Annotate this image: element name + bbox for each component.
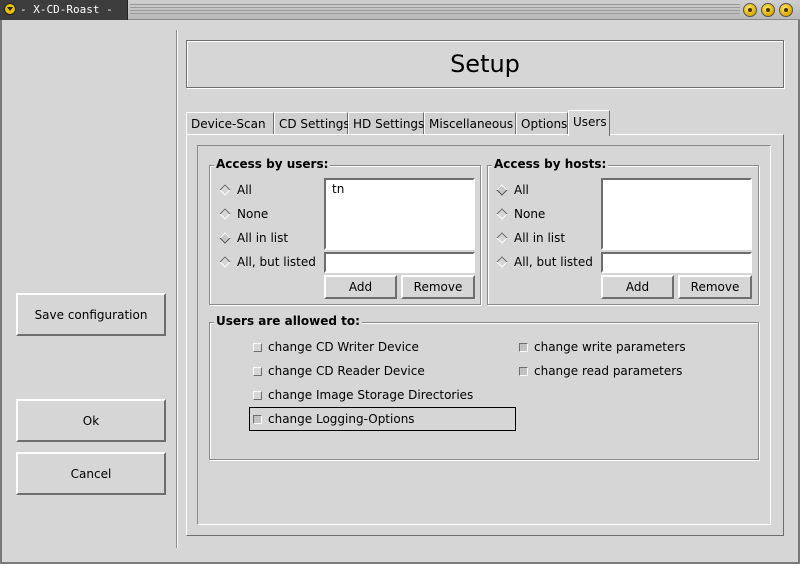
check-cd-writer-device[interactable]: change CD Writer Device	[253, 340, 419, 354]
users-radio-all-in-list[interactable]: All in list	[219, 231, 288, 245]
permissions-label: Users are allowed to:	[214, 314, 362, 328]
radio-indicator-icon	[219, 232, 231, 244]
checkbox-icon	[253, 366, 262, 376]
radio-indicator-icon	[219, 208, 231, 220]
checkbox-label: change CD Writer Device	[268, 340, 419, 354]
radio-label: All, but listed	[237, 255, 316, 269]
radio-label: All	[514, 183, 529, 197]
radio-indicator-icon	[496, 256, 508, 268]
radio-indicator-icon	[496, 232, 508, 244]
hosts-remove-button[interactable]: Remove	[678, 275, 752, 299]
cancel-button[interactable]: Cancel	[16, 452, 166, 495]
checkbox-icon	[253, 414, 262, 424]
checkbox-label: change CD Reader Device	[268, 364, 425, 378]
titlebar-stripe	[130, 4, 740, 16]
users-list[interactable]: tn	[324, 178, 475, 250]
radio-label: None	[237, 207, 269, 221]
access-by-hosts-label: Access by hosts:	[492, 157, 609, 171]
radio-label: All in list	[237, 231, 289, 245]
radio-indicator-icon	[496, 208, 508, 220]
check-logging-options[interactable]: change Logging-Options	[253, 412, 415, 426]
tab-miscellaneous[interactable]: Miscellaneous	[424, 112, 516, 135]
tab-cd-settings[interactable]: CD Settings	[274, 112, 350, 135]
checkbox-icon	[253, 342, 262, 352]
tab-hd-settings[interactable]: HD Settings	[348, 112, 424, 135]
users-remove-button[interactable]: Remove	[401, 275, 475, 299]
checkbox-label: change Image Storage Directories	[268, 388, 474, 402]
checkbox-icon	[519, 366, 528, 376]
users-radio-all[interactable]: All	[219, 183, 252, 197]
hosts-radio-all-in-list[interactable]: All in list	[496, 231, 565, 245]
check-image-storage-directories[interactable]: change Image Storage Directories	[253, 388, 473, 402]
check-write-parameters[interactable]: change write parameters	[519, 340, 686, 354]
radio-label: All	[237, 183, 252, 197]
radio-indicator-icon	[219, 256, 231, 268]
radio-label: All in list	[514, 231, 566, 245]
radio-indicator-icon	[219, 184, 231, 196]
checkbox-icon	[519, 342, 528, 352]
users-add-button[interactable]: Add	[324, 275, 397, 299]
list-item[interactable]: tn	[332, 182, 467, 196]
tab-users[interactable]: Users	[568, 110, 610, 136]
checkbox-label: change read parameters	[534, 364, 683, 378]
hosts-radio-all-but-listed[interactable]: All, but listed	[496, 255, 593, 269]
hosts-entry-field[interactable]	[601, 252, 752, 273]
access-by-users-label: Access by users:	[214, 157, 331, 171]
users-radio-none[interactable]: None	[219, 207, 268, 221]
page-title: Setup	[450, 50, 520, 78]
check-read-parameters[interactable]: change read parameters	[519, 364, 682, 378]
checkbox-label: change write parameters	[534, 340, 686, 354]
users-radio-all-but-listed[interactable]: All, but listed	[219, 255, 316, 269]
save-configuration-button[interactable]: Save configuration	[16, 293, 166, 336]
window-titlebar: - X-CD-Roast -	[0, 0, 800, 20]
tab-device-scan[interactable]: Device-Scan	[186, 112, 274, 135]
check-cd-reader-device[interactable]: change CD Reader Device	[253, 364, 425, 378]
maximize-icon[interactable]	[761, 3, 775, 17]
tab-options[interactable]: Options	[516, 112, 568, 135]
radio-indicator-icon	[496, 184, 508, 196]
radio-label: All, but listed	[514, 255, 593, 269]
users-entry-field[interactable]	[324, 252, 475, 273]
panel-separator	[176, 30, 178, 548]
checkbox-label: change Logging-Options	[268, 412, 415, 426]
page-title-box: Setup	[186, 40, 784, 88]
radio-label: None	[514, 207, 546, 221]
ok-button[interactable]: Ok	[16, 399, 166, 442]
hosts-list[interactable]	[601, 178, 752, 250]
window-title-tab[interactable]: - X-CD-Roast -	[0, 0, 128, 20]
checkbox-icon	[253, 390, 262, 400]
close-icon[interactable]	[779, 3, 793, 17]
minimize-icon[interactable]	[743, 3, 757, 17]
hosts-add-button[interactable]: Add	[601, 275, 674, 299]
window-menu-icon[interactable]	[4, 3, 16, 15]
hosts-radio-none[interactable]: None	[496, 207, 545, 221]
window-title: - X-CD-Roast -	[20, 3, 113, 16]
hosts-radio-all[interactable]: All	[496, 183, 529, 197]
